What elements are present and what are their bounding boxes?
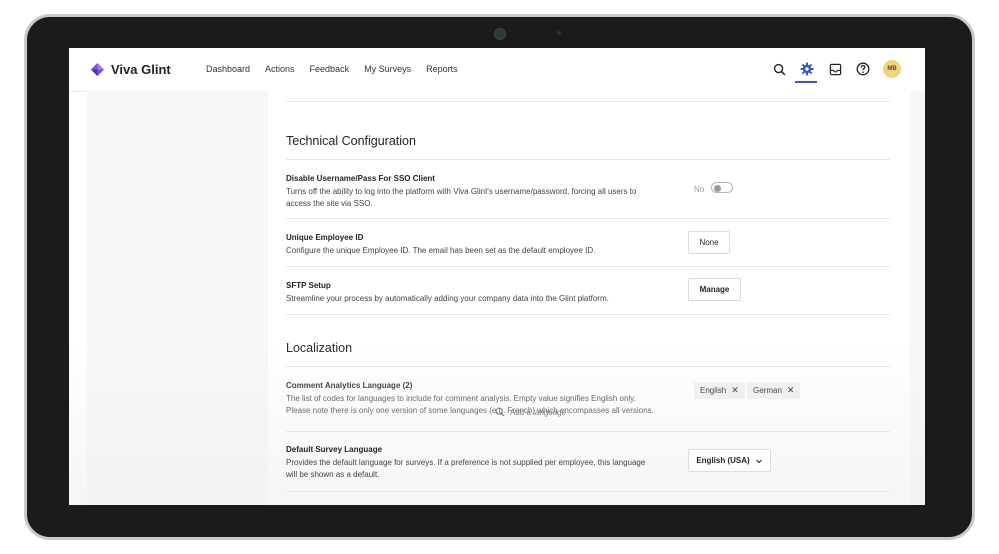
employee-id-button[interactable]: None [688,231,730,254]
add-language-input[interactable]: Add a language [495,407,566,417]
section-title-technical: Technical Configuration [286,134,416,148]
remove-tag-icon[interactable]: ✕ [731,385,739,396]
employee-id-title: Unique Employee ID [286,233,364,242]
dropdown-value: English (USA) [696,456,750,465]
sso-description: Turns off the ability to log into the pl… [286,187,637,208]
help-icon[interactable] [853,59,873,79]
app-name[interactable]: Viva Glint [111,62,171,77]
add-language-placeholder: Add a language [510,407,567,417]
nav-feedback[interactable]: Feedback [310,64,350,74]
divider [286,366,890,367]
settings-sidebar [87,91,268,505]
divider [286,218,890,219]
divider [286,159,890,160]
sso-title: Disable Username/Pass For SSO Client [286,174,435,183]
employee-id-description: Configure the unique Employee ID. The em… [286,246,596,255]
section-title-localization: Localization [286,341,353,355]
language-tag-english: English ✕ [694,382,745,399]
active-indicator [795,81,817,83]
comment-language-description: The list of codes for languages to inclu… [286,394,654,415]
top-bar: Viva Glint Dashboard Actions Feedback My… [69,48,925,92]
settings-icon[interactable] [795,59,817,83]
divider [286,314,890,315]
divider [286,266,890,267]
toggle-knob [714,184,721,192]
viva-glint-logo [90,62,105,77]
default-language-dropdown[interactable]: English (USA) [688,449,771,472]
nav-my-surveys[interactable]: My Surveys [364,64,411,74]
settings-content: Technical Configuration Disable Username… [268,91,910,505]
language-tag-german: German ✕ [747,382,801,399]
nav-reports[interactable]: Reports [426,64,458,74]
app-screen: Viva Glint Dashboard Actions Feedback My… [69,48,925,505]
sso-toggle[interactable] [711,182,733,193]
nav-actions[interactable]: Actions [265,64,295,74]
chevron-down-icon [755,459,762,463]
avatar[interactable]: MB [883,60,901,78]
camera-sensor [557,31,561,35]
comment-language-title: Comment Analytics Language (2) [286,381,413,390]
header-actions: MB [761,59,901,83]
right-gutter [910,91,925,505]
sftp-manage-button[interactable]: Manage [688,278,741,301]
main-nav: Dashboard Actions Feedback My Surveys Re… [206,64,473,74]
inbox-icon[interactable] [825,59,845,79]
camera [494,28,506,40]
sso-toggle-label: No [694,185,705,194]
search-icon [495,407,505,417]
tag-label: English [700,386,727,395]
tag-label: German [753,386,782,395]
search-icon[interactable] [769,59,789,79]
sftp-description: Streamline your process by automatically… [286,294,609,303]
nav-dashboard[interactable]: Dashboard [206,64,250,74]
divider [286,101,890,102]
sftp-title: SFTP Setup [286,281,331,290]
remove-tag-icon[interactable]: ✕ [787,385,795,396]
